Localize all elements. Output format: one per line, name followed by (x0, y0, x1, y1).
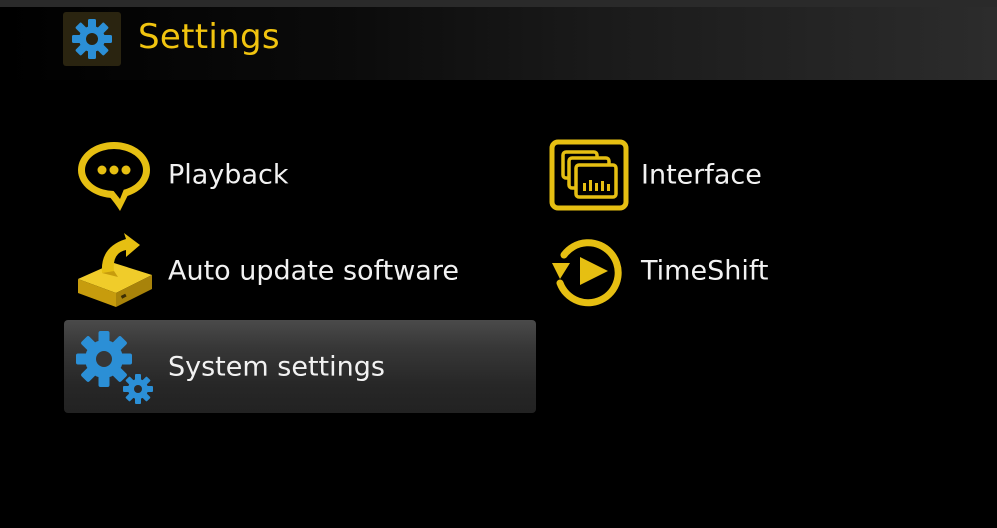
interface-screens-icon (549, 139, 629, 211)
menu-item-label: Auto update software (168, 255, 459, 287)
settings-screen: Settings Playback Interface Auto update … (0, 0, 997, 528)
menu-item-label: TimeShift (641, 255, 769, 287)
menu-item-interface[interactable]: Interface (540, 130, 980, 220)
top-border (0, 0, 997, 7)
timeshift-play-icon (550, 233, 628, 309)
menu-item-label: Playback (168, 159, 289, 191)
menu-item-label: System settings (168, 351, 385, 382)
menu-item-timeshift[interactable]: TimeShift (540, 226, 980, 316)
menu-item-auto-update-software[interactable]: Auto update software (64, 226, 536, 316)
page-title: Settings (138, 17, 280, 57)
menu-item-label: Interface (641, 159, 762, 191)
header-bar: Settings (0, 7, 997, 80)
menu-item-playback[interactable]: Playback (64, 130, 536, 220)
speech-bubble-icon (74, 137, 156, 213)
menu-item-system-settings[interactable]: System settings (64, 320, 536, 413)
software-update-box-icon (74, 233, 156, 309)
gears-icon (74, 327, 158, 407)
gear-icon (63, 12, 121, 66)
